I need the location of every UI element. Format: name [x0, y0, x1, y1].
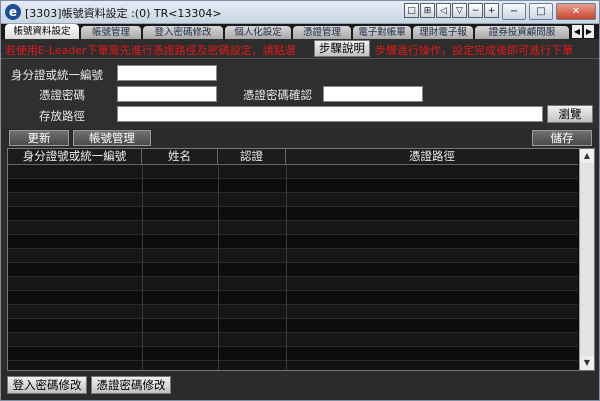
cert-password-confirm-input[interactable]: [323, 86, 423, 102]
table-row[interactable]: [8, 291, 578, 305]
tab-e-statement[interactable]: 電子對帳單: [353, 26, 411, 39]
notice-text-part1: 若使用E-Leader下單需先進行憑證路徑及密碼設定，請點選: [5, 44, 296, 57]
scroll-up-icon[interactable]: ▲: [580, 149, 594, 163]
account-settings-window: e [3303]帳號資料設定 :(0) TR<13304> □ ⊞ ◁ ▽ − …: [0, 0, 600, 401]
tab-bar: 帳號資料設定 帳號管理 登入密碼修改 個人化設定 憑證管理 電子對帳單 理財電子…: [1, 24, 599, 39]
dropdown-icon[interactable]: ▽: [452, 3, 467, 18]
table-header: 身分證號或統一編號 姓名 認證 憑證路徑: [8, 149, 578, 165]
window-title: [3303]帳號資料設定 :(0) TR<13304>: [25, 7, 222, 20]
id-label: 身分證或統一編號: [11, 68, 103, 82]
close-button[interactable]: ✕: [556, 3, 596, 20]
cert-password-input[interactable]: [117, 86, 217, 102]
column-header-id[interactable]: 身分證號或統一編號: [8, 149, 142, 164]
cert-password-label: 憑證密碼: [39, 88, 85, 102]
column-header-certified[interactable]: 認證: [218, 149, 286, 164]
dock-window-icon[interactable]: ⊞: [420, 3, 435, 18]
column-header-cert-path[interactable]: 憑證路徑: [286, 149, 578, 164]
browse-button[interactable]: 瀏覽: [547, 105, 593, 123]
save-button[interactable]: 儲存: [532, 130, 592, 146]
account-table: 身分證號或統一編號 姓名 認證 憑證路徑 ▲ ▼: [7, 148, 595, 371]
tab-login-password[interactable]: 登入密碼修改: [143, 26, 223, 39]
account-form: 身分證或統一編號 憑證密碼 憑證密碼確認 存放路徑 瀏覽: [1, 58, 599, 129]
notice-bar: 若使用E-Leader下單需先進行憑證路徑及密碼設定，請點選 步驟說明 步驟進行…: [1, 39, 599, 58]
link-window-icon[interactable]: □: [404, 3, 419, 18]
steps-help-button[interactable]: 步驟說明: [314, 40, 370, 57]
refresh-button[interactable]: 更新: [9, 130, 69, 146]
table-row[interactable]: [8, 277, 578, 291]
column-header-name[interactable]: 姓名: [142, 149, 218, 164]
table-row[interactable]: [8, 165, 578, 179]
storage-path-label: 存放路徑: [39, 109, 85, 123]
table-row[interactable]: [8, 207, 578, 221]
app-logo-icon: e: [5, 4, 21, 20]
tab-account-management[interactable]: 帳號管理: [81, 26, 141, 39]
table-row[interactable]: [8, 249, 578, 263]
table-row[interactable]: [8, 347, 578, 361]
id-input[interactable]: [117, 65, 217, 81]
column-divider: [218, 165, 219, 370]
previous-icon[interactable]: ◁: [436, 3, 451, 18]
bottom-bar: 登入密碼修改 憑證密碼修改: [1, 373, 599, 400]
enlarge-font-icon[interactable]: +: [484, 3, 499, 18]
table-row[interactable]: [8, 333, 578, 347]
notice-text-part2: 步驟進行操作，設定完成後即可進行下單: [375, 44, 573, 57]
title-bar: e [3303]帳號資料設定 :(0) TR<13304> □ ⊞ ◁ ▽ − …: [1, 1, 599, 24]
tab-finance-newsletter[interactable]: 理財電子報: [413, 26, 473, 39]
maximize-button[interactable]: □: [529, 3, 553, 20]
tab-certificate-management[interactable]: 憑證管理: [293, 26, 351, 39]
tab-account-settings[interactable]: 帳號資料設定: [5, 24, 79, 39]
scroll-down-icon[interactable]: ▼: [580, 356, 594, 370]
table-row[interactable]: [8, 179, 578, 193]
cert-password-confirm-label: 憑證密碼確認: [243, 88, 312, 102]
tab-investment-advisory[interactable]: 證券投資顧問服: [475, 26, 569, 39]
table-body: [8, 165, 578, 370]
table-row[interactable]: [8, 305, 578, 319]
table-row[interactable]: [8, 221, 578, 235]
table-row[interactable]: [8, 193, 578, 207]
tab-scroll-left-icon[interactable]: ◀: [572, 25, 582, 38]
tab-personalization[interactable]: 個人化設定: [225, 26, 291, 39]
tab-scroll-right-icon[interactable]: ▶: [584, 25, 594, 38]
minimize-button[interactable]: −: [502, 3, 526, 20]
table-row[interactable]: [8, 319, 578, 333]
cert-password-change-button[interactable]: 憑證密碼修改: [91, 376, 171, 394]
column-divider: [142, 165, 143, 370]
storage-path-input[interactable]: [117, 106, 543, 122]
table-vertical-scrollbar[interactable]: ▲ ▼: [579, 149, 594, 370]
account-management-button[interactable]: 帳號管理: [73, 130, 151, 146]
table-row[interactable]: [8, 263, 578, 277]
column-divider: [286, 165, 287, 370]
shrink-font-icon[interactable]: −: [468, 3, 483, 18]
title-bar-buttons: □ ⊞ ◁ ▽ − + − □ ✕: [404, 3, 596, 20]
table-row[interactable]: [8, 235, 578, 249]
login-password-change-button[interactable]: 登入密碼修改: [7, 376, 87, 394]
